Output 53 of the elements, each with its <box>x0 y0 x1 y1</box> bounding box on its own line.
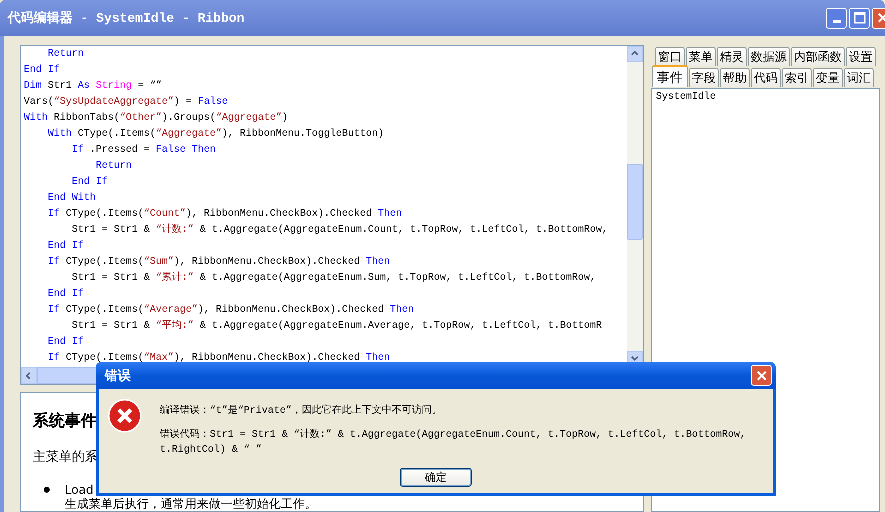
code-line: End If <box>47 336 86 350</box>
code-line: Vars(“SysUpdateAggregate”) = False <box>24 96 230 110</box>
event-name: Load <box>65 483 94 497</box>
error-message: 编译错误：“t”是“Private”，因此它在此上下文中不可访问。 <box>160 404 444 417</box>
code-line: Return <box>47 48 86 62</box>
code-line: Dim Str1 As String = “” <box>24 80 164 94</box>
close-icon <box>756 370 768 382</box>
close-button[interactable] <box>751 365 772 386</box>
list-item[interactable]: SystemIdle <box>656 92 875 103</box>
error-icon <box>108 399 142 433</box>
ok-button[interactable]: 确定 <box>400 468 472 487</box>
tab[interactable]: 内部函数 <box>791 47 846 66</box>
error-code: 错误代码：Str1 = Str1 & “计数:” & t.Aggregate(AggregateEnum.Count, t.TopRow, t.LeftCol, t.BottomRow, t.RightCol) & “ ” <box>160 428 748 458</box>
code-line: End With <box>47 192 98 206</box>
dialog-title: 错误 <box>105 368 131 384</box>
code-line: If CType(.Items(“Average”), RibbonMenu.CheckBox).Checked Then <box>47 304 416 318</box>
tab[interactable]: 菜单 <box>686 47 716 66</box>
tab[interactable]: 精灵 <box>717 47 748 66</box>
minimize-icon <box>832 20 840 23</box>
code-line: If CType(.Items(“Max”), RibbonMenu.CheckBox).Checked Then <box>47 352 392 366</box>
code-line: Return <box>95 160 134 174</box>
close-icon <box>876 12 885 24</box>
code-line: End If <box>47 240 86 254</box>
code-editor[interactable] <box>20 45 644 385</box>
tab[interactable]: 代码 <box>751 68 782 87</box>
tab[interactable]: 设置 <box>846 47 876 66</box>
tab[interactable]: 词汇 <box>844 68 874 87</box>
code-line: If CType(.Items(“Sum”), RibbonMenu.CheckBox).Checked Then <box>47 256 392 270</box>
tab[interactable]: 窗口 <box>655 47 686 66</box>
tab[interactable]: 数据源 <box>748 47 790 66</box>
code-line: End If <box>47 288 86 302</box>
tab[interactable]: 变量 <box>813 68 844 87</box>
maximize-icon <box>854 12 866 24</box>
help-heading: 系统事件 <box>33 411 97 432</box>
event-description: 生成菜单后执行，通常用来做一些初始化工作。 <box>65 497 317 511</box>
code-line: End If <box>24 64 62 78</box>
window-title: 代码编辑器 - SystemIdle - Ribbon <box>8 10 246 27</box>
scrollbar-thumb[interactable] <box>627 164 644 240</box>
bullet-icon <box>44 487 50 493</box>
code-line: If CType(.Items(“Count”), RibbonMenu.CheckBox).Checked Then <box>47 208 404 222</box>
tab[interactable]: 事件 <box>652 65 688 87</box>
code-line: If .Pressed = False Then <box>71 144 218 158</box>
tab[interactable]: 帮助 <box>720 68 750 87</box>
code-line: Str1 = Str1 & “累计:” & t.Aggregate(AggregateEnum.Sum, t.TopRow, t.LeftCol, t.BottomRow, <box>71 271 598 286</box>
code-line: Str1 = Str1 & “平均:” & t.Aggregate(AggregateEnum.Average, t.TopRow, t.LeftCol, t.BottomR <box>71 319 604 334</box>
minimize-button[interactable] <box>826 8 847 28</box>
code-line: With RibbonTabs(“Other”).Groups(“Aggregate”) <box>24 112 290 126</box>
tab[interactable]: 字段 <box>689 68 720 87</box>
code-line: Str1 = Str1 & “计数:” & t.Aggregate(AggregateEnum.Count, t.TopRow, t.LeftCol, t.BottomRow, <box>71 223 610 238</box>
tab[interactable]: 索引 <box>782 68 812 87</box>
code-line: End If <box>71 176 110 190</box>
code-line: With CType(.Items(“Aggregate”), RibbonMenu.ToggleButton) <box>47 128 386 142</box>
maximize-button[interactable] <box>849 8 870 28</box>
